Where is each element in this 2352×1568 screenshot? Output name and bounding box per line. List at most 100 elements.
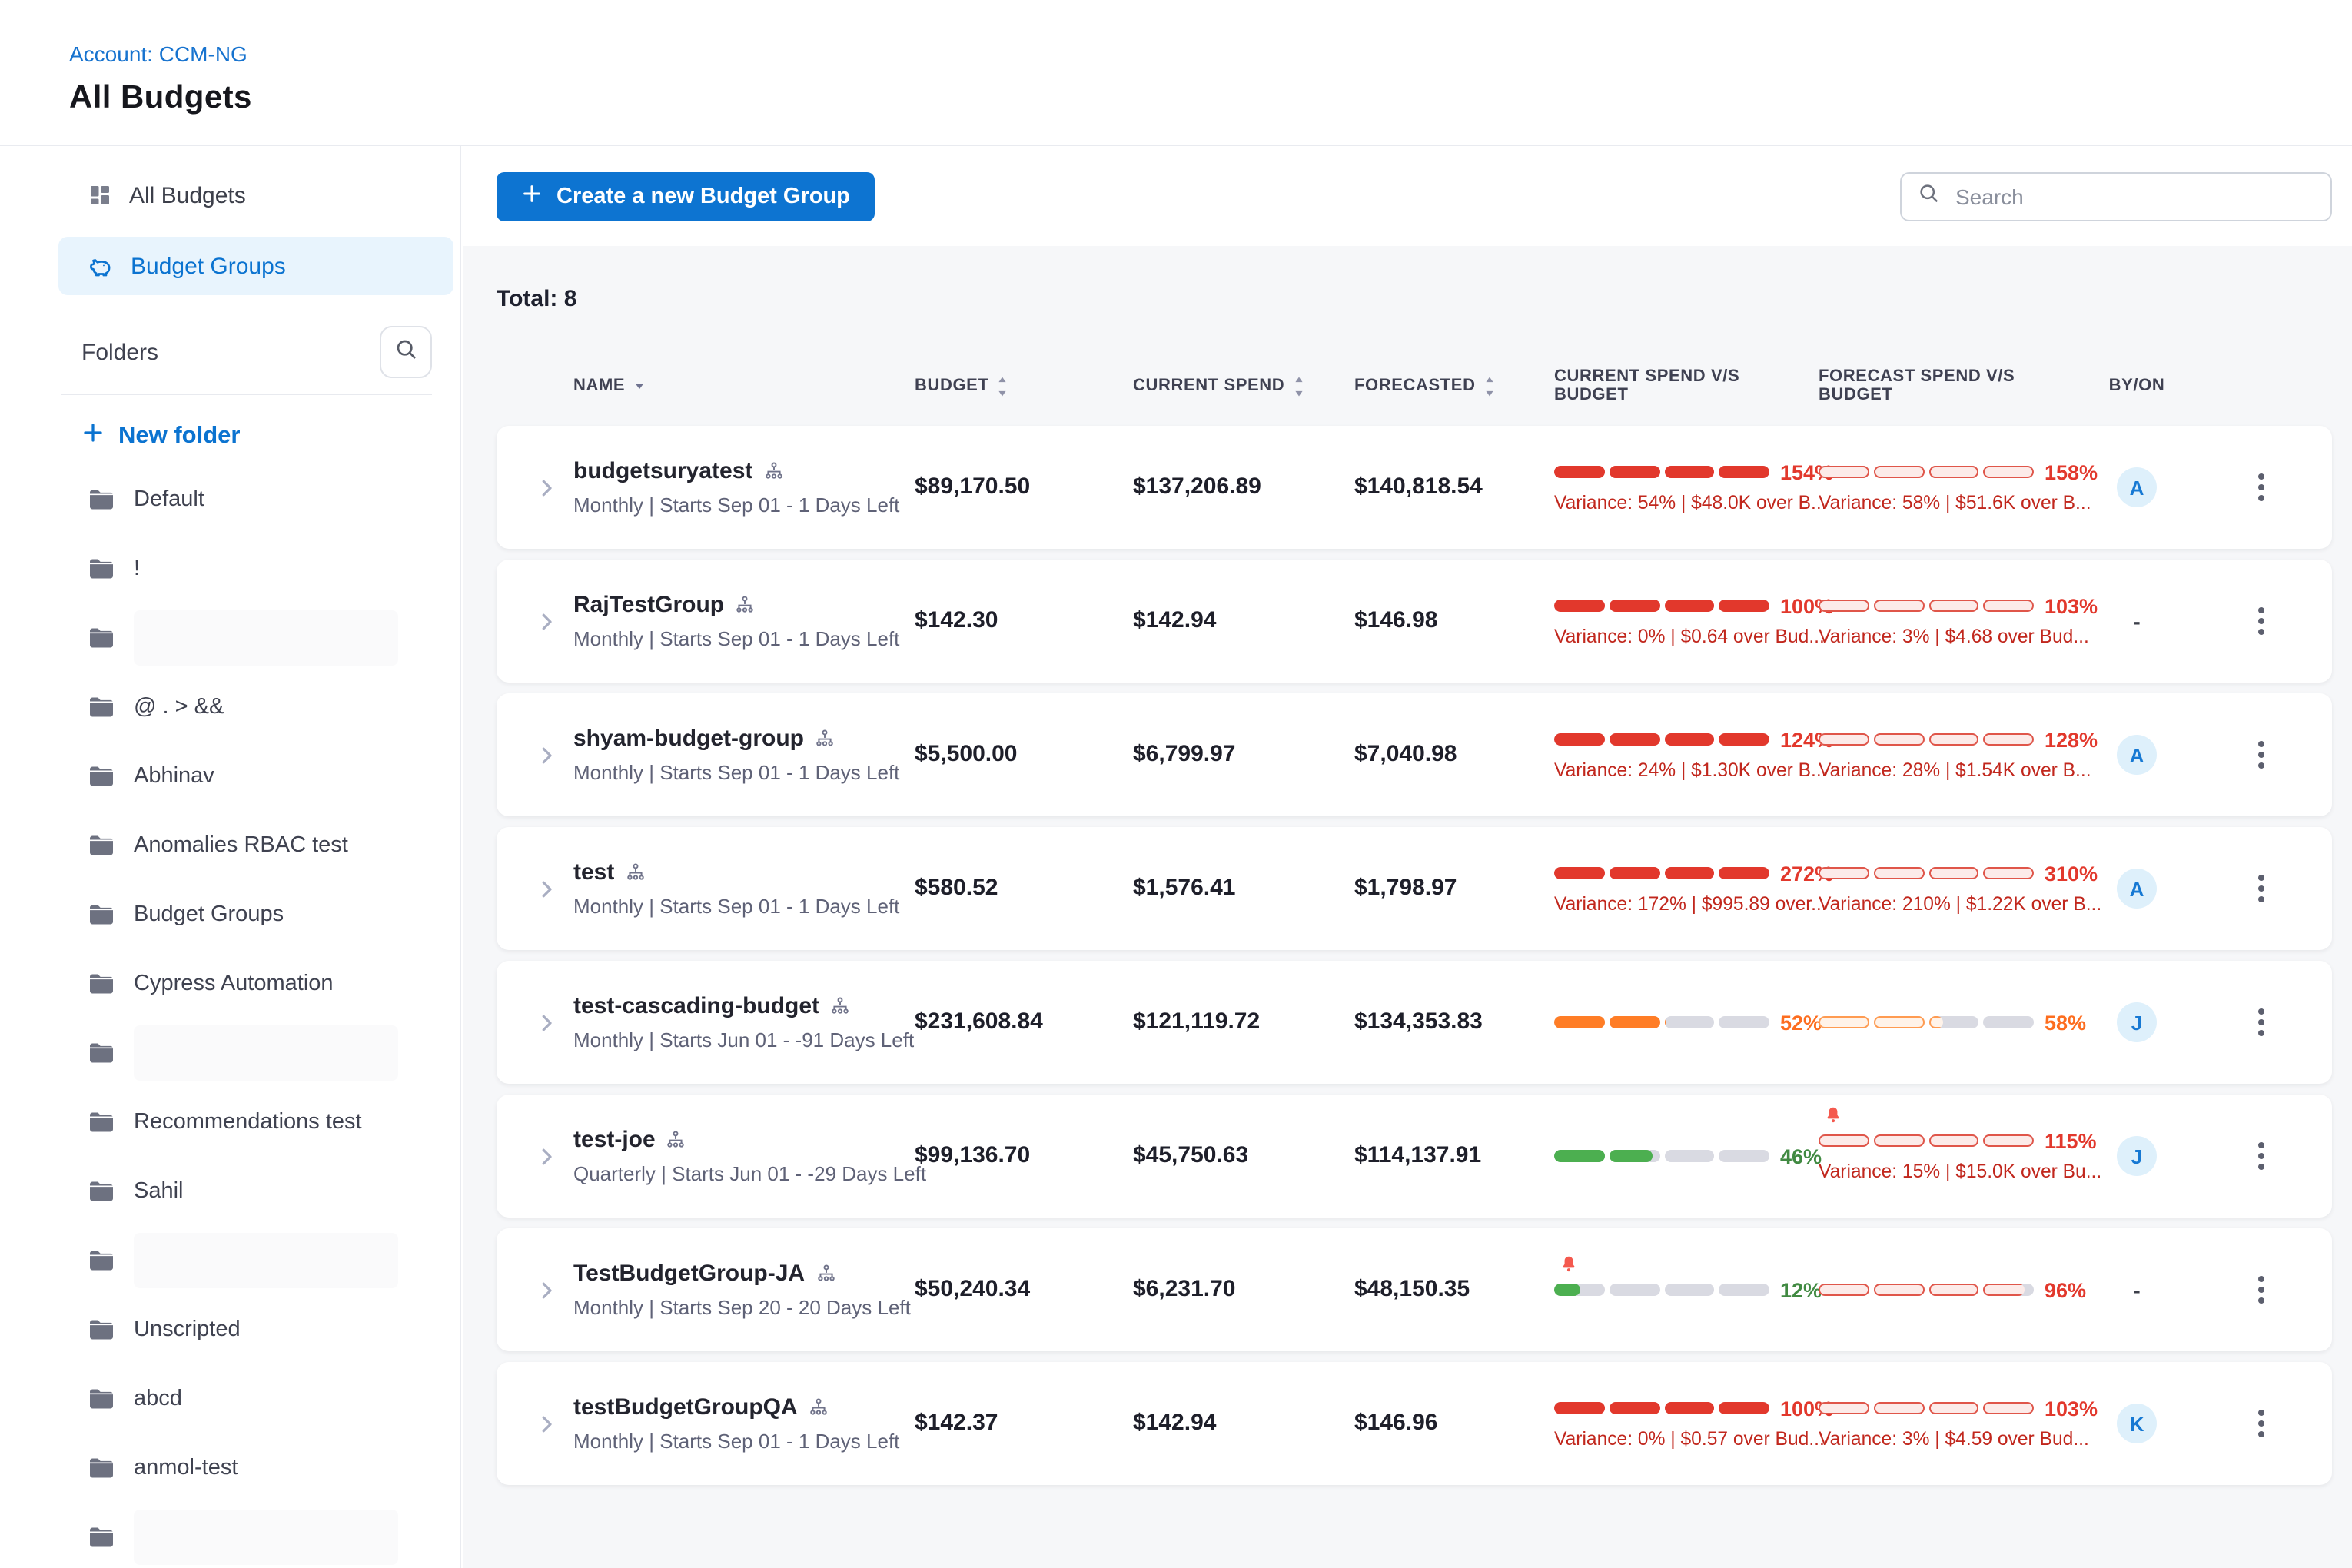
sidebar-item-all-budgets[interactable]: All Budgets [58,166,453,224]
column-header-forecasted[interactable]: FORECASTED [1354,374,1554,397]
row-expander-chevron[interactable] [518,476,573,499]
budget-period: Monthly | Starts Sep 01 - 1 Days Left [573,1430,915,1453]
account-link[interactable]: Account: CCM-NG [69,42,247,66]
column-header-label: NAME [573,377,625,395]
bar-fill-segment [1554,1284,1580,1296]
bar-fill-segment [1874,733,1925,746]
bar-fill-segment [1664,1402,1715,1414]
bar-segment [1719,1284,1770,1296]
row-kebab-menu-icon[interactable] [2249,464,2274,510]
plus-icon [521,182,543,210]
row-kebab-menu-icon[interactable] [2249,598,2274,644]
folders-title: Folders [81,339,158,365]
progress-bar-line: 58% [1819,1012,2083,1033]
sort-down-icon [631,378,646,394]
folder-item-default[interactable]: Default [0,464,460,533]
bar-fill-segment [1874,1284,1925,1296]
folder-item-recommendations-test[interactable]: Recommendations test [0,1087,460,1156]
row-expander-chevron[interactable] [518,1412,573,1435]
folder-item-abcd[interactable]: abcd [0,1364,460,1433]
row-expander-chevron[interactable] [518,1278,573,1301]
forecasted-value: $7,040.98 [1354,741,1457,767]
row-expander-chevron[interactable] [518,1011,573,1034]
create-budget-group-button[interactable]: Create a new Budget Group [497,171,875,221]
row-expander-chevron[interactable] [518,877,573,900]
budget-group-row-testbudgetgroupqa[interactable]: testBudgetGroupQAMonthly | Starts Sep 01… [497,1362,2332,1485]
forecast-spend-percent: 103% [2045,594,2098,617]
folder-item-anomalies-rbac-test[interactable]: Anomalies RBAC test [0,810,460,879]
budget-group-row-testbudgetgroup-ja[interactable]: TestBudgetGroup-JAMonthly | Starts Sep 2… [497,1228,2332,1351]
folder-icon [86,899,117,929]
current-vs-budget-cell: 154%Variance: 54% | $48.0K over B... [1554,461,1819,513]
folder-item-abhinav[interactable]: Abhinav [0,741,460,810]
budget-period: Quarterly | Starts Jun 01 - -29 Days Lef… [573,1162,915,1185]
progress-bar-line: 128% [1819,729,2083,750]
folder-label: ! [134,556,140,580]
folder-icon [86,622,117,653]
new-folder-button[interactable]: New folder [81,421,460,452]
progress-bar-line: 96% [1819,1279,2083,1301]
folder-search-button[interactable] [380,326,432,378]
name-cell: test-joeQuarterly | Starts Jun 01 - -29 … [573,1127,915,1185]
row-kebab-menu-icon[interactable] [2249,1133,2274,1179]
row-expander-chevron[interactable] [518,1144,573,1168]
folder-item-unscripted[interactable]: Unscripted [0,1294,460,1364]
budget-value: $89,170.50 [915,473,1030,500]
budget-period: Monthly | Starts Jun 01 - -91 Days Left [573,1028,915,1051]
column-header-budget[interactable]: BUDGET [915,374,1133,397]
folder-item-redacted[interactable] [0,603,460,672]
row-expander-chevron[interactable] [518,610,573,633]
row-menu-cell [2191,999,2332,1045]
forecasted-value: $134,353.83 [1354,1008,1483,1035]
folder-item-cypress-automation[interactable]: Cypress Automation [0,948,460,1018]
folder-item-redacted[interactable] [0,1502,460,1568]
progress-bar-line: 158% [1819,461,2083,483]
forecast-spend-percent: 158% [2045,460,2098,483]
sidebar-item-budget-groups[interactable]: Budget Groups [58,237,453,295]
forecast-vs-budget-cell: 115%Variance: 15% | $15.0K over Bu... [1819,1130,2083,1182]
total-value: 8 [564,286,577,312]
folder-item-budget-groups[interactable]: Budget Groups [0,879,460,948]
row-kebab-menu-icon[interactable] [2249,1267,2274,1313]
folder-item-redacted[interactable] [0,1225,460,1294]
budget-group-row-budgetsuryatest[interactable]: budgetsuryatestMonthly | Starts Sep 01 -… [497,426,2332,549]
folder-item--[interactable]: ! [0,533,460,603]
folder-label: @ . > && [134,694,224,719]
budget-group-name: test [573,859,614,885]
budget-group-row-rajtestgroup[interactable]: RajTestGroupMonthly | Starts Sep 01 - 1 … [497,560,2332,683]
row-kebab-menu-icon[interactable] [2249,865,2274,912]
bar-fill-inner [1819,733,2034,746]
row-kebab-menu-icon[interactable] [2249,732,2274,778]
column-header-current-spend[interactable]: CURRENT SPEND [1133,374,1354,397]
budget-group-row-test-cascading-budget[interactable]: test-cascading-budgetMonthly | Starts Ju… [497,961,2332,1084]
folder-item--[interactable]: @ . > && [0,672,460,741]
row-expander-chevron[interactable] [518,743,573,766]
current-spend-value: $45,750.63 [1133,1142,1248,1168]
row-kebab-menu-icon[interactable] [2249,999,2274,1045]
table-content: Total: 8 NAMEBUDGETCURRENT SPENDFORECAST… [463,286,2352,1485]
column-header-name[interactable]: NAME [573,377,915,395]
budget-value-cell: $142.30 [915,607,1133,635]
row-menu-cell [2191,598,2332,644]
by-on-cell: - [2083,609,2191,633]
folder-item-anmol-test[interactable]: anmol-test [0,1433,460,1502]
variance-text: Variance: 0% | $0.64 over Bud... [1554,626,1819,647]
budget-value: $580.52 [915,875,998,901]
folder-item-sahil[interactable]: Sahil [0,1156,460,1225]
progress-bar-line: 52% [1554,1012,1819,1033]
name-cell: RajTestGroupMonthly | Starts Sep 01 - 1 … [573,592,915,650]
budget-group-row-test[interactable]: testMonthly | Starts Sep 01 - 1 Days Lef… [497,827,2332,950]
progress-bar-line: 12% [1554,1279,1819,1301]
folder-item-redacted[interactable] [0,1018,460,1087]
variance-text: Variance: 28% | $1.54K over B... [1819,759,2083,781]
row-kebab-menu-icon[interactable] [2249,1400,2274,1447]
by-on-cell: J [2083,1136,2191,1176]
budget-group-row-test-joe[interactable]: test-joeQuarterly | Starts Jun 01 - -29 … [497,1095,2332,1218]
bar-fill-segment [1554,600,1605,612]
budget-value: $99,136.70 [915,1142,1030,1168]
bar-fill-segment [1928,867,1979,879]
search-input[interactable] [1952,182,2315,210]
budget-group-row-shyam-budget-group[interactable]: shyam-budget-groupMonthly | Starts Sep 0… [497,693,2332,816]
bar-fill-segment [1928,1402,1979,1414]
forecast-spend-percent: 96% [2045,1278,2086,1301]
